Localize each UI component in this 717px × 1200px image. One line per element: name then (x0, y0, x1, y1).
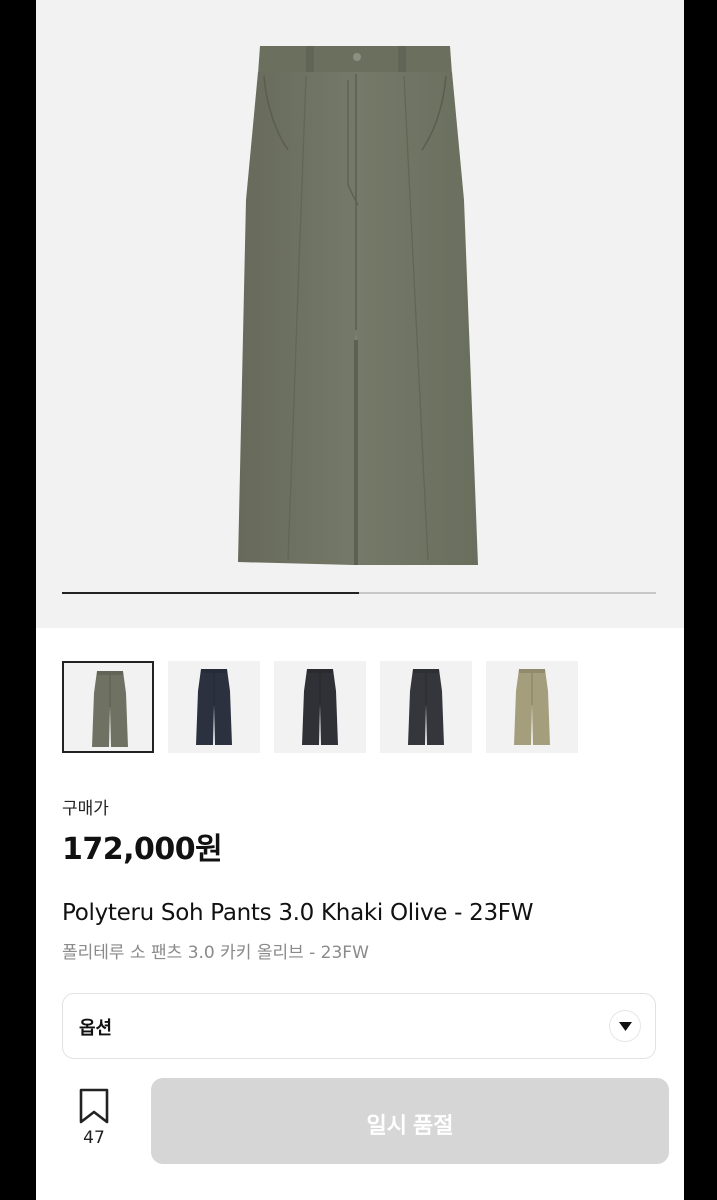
price-value: 172,000원 (62, 832, 223, 867)
pants-thumbnail-image (514, 669, 550, 745)
pants-thumbnail-image (196, 669, 232, 745)
product-title-en: Polyteru Soh Pants 3.0 Khaki Olive - 23F… (62, 900, 534, 926)
thumb-black[interactable] (380, 661, 472, 753)
thumb-navy[interactable] (168, 661, 260, 753)
bookmark-count: 47 (83, 1128, 105, 1148)
chevron-down-icon[interactable] (609, 1010, 641, 1042)
carousel-progress-fill (62, 592, 359, 594)
carousel-progress-track (62, 592, 656, 594)
pants-thumbnail-image (408, 669, 444, 745)
bookmark-button[interactable]: 47 (72, 1088, 116, 1152)
pants-thumbnail-image (92, 671, 128, 747)
soldout-label: 일시 품절 (366, 1113, 454, 1138)
thumb-charcoal[interactable] (274, 661, 366, 753)
option-label: 옵션 (79, 1018, 113, 1039)
product-image-carousel[interactable] (36, 0, 684, 628)
product-screen: 구매가 172,000원 Polyteru Soh Pants 3.0 Khak… (36, 0, 684, 1200)
pants-thumbnail-image (302, 669, 338, 745)
bookmark-icon (79, 1088, 109, 1124)
product-image (238, 46, 478, 565)
soldout-button[interactable]: 일시 품절 (151, 1078, 669, 1164)
price-label: 구매가 (62, 799, 109, 819)
thumb-beige[interactable] (486, 661, 578, 753)
option-select[interactable]: 옵션 (62, 993, 656, 1059)
product-title-ko: 폴리테루 소 팬츠 3.0 카키 올리브 - 23FW (62, 943, 369, 963)
thumb-khaki-olive[interactable] (62, 661, 154, 753)
